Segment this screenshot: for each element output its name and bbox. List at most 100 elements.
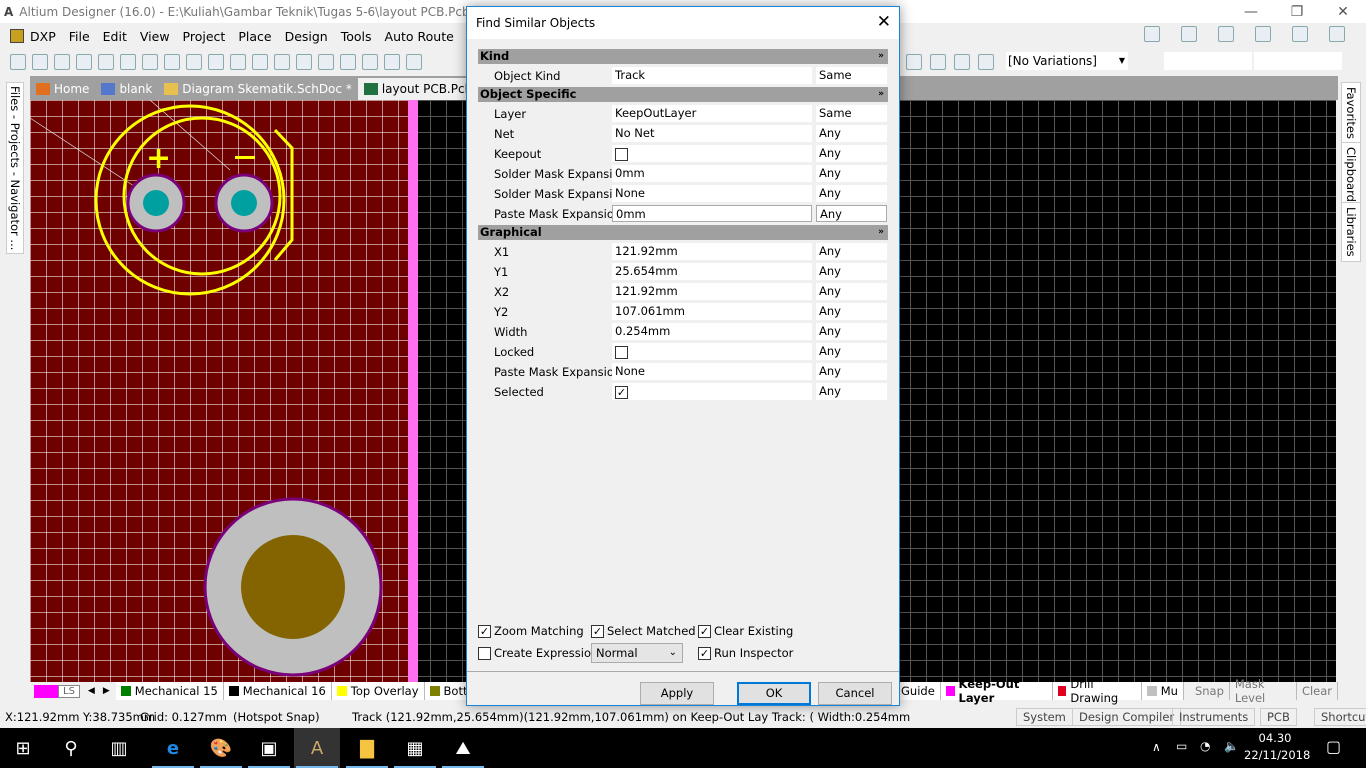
match-select[interactable]: Any <box>816 323 887 340</box>
cut-icon[interactable] <box>274 54 290 70</box>
panel-pcb-button[interactable]: PCB <box>1260 708 1297 726</box>
photos-icon[interactable]: ⛰ <box>440 728 486 768</box>
property-value[interactable]: Track <box>612 67 812 84</box>
menu-dxp[interactable]: DXP <box>30 29 56 44</box>
layer-tab-drill-drawing[interactable]: Drill Drawing <box>1052 677 1142 705</box>
property-value[interactable]: 107.061mm <box>612 303 812 320</box>
favorites-tab[interactable]: Favorites <box>1341 82 1361 144</box>
checkbox-icon[interactable]: ✓ <box>615 385 628 399</box>
edge-icon[interactable]: e <box>150 728 196 768</box>
measure-icon[interactable] <box>1255 26 1271 42</box>
scroll-left-icon[interactable]: ◀ <box>88 686 95 696</box>
select-rect-icon[interactable] <box>362 54 378 70</box>
mask-level-button[interactable]: Mask Level <box>1229 677 1297 705</box>
altium-icon[interactable]: A <box>294 728 340 768</box>
cross-select-icon[interactable] <box>406 54 422 70</box>
clear-button[interactable]: Clear <box>1296 682 1339 700</box>
match-select[interactable]: Any <box>816 205 887 222</box>
property-value[interactable]: 0.254mm <box>612 323 812 340</box>
tab-blank[interactable]: blank <box>95 78 158 100</box>
cancel-button[interactable]: Cancel <box>818 682 892 705</box>
match-select[interactable]: Any <box>816 343 887 360</box>
current-layer-swatch[interactable] <box>34 684 58 698</box>
snap-button[interactable]: Snap <box>1189 682 1230 700</box>
minimize-button[interactable]: — <box>1228 0 1274 23</box>
task-view-icon[interactable]: ▥ <box>96 728 142 768</box>
property-value[interactable]: 121.92mm <box>612 243 812 260</box>
menu-edit[interactable]: Edit <box>103 29 127 44</box>
zoom-matching-checkbox[interactable]: ✓ Zoom Matching <box>478 624 584 638</box>
mode-select[interactable]: Normal ⌄ <box>591 643 683 663</box>
match-select[interactable]: Any <box>816 125 887 142</box>
files-projects-navigator-tab[interactable]: Files - Projects - Navigator ... <box>6 82 24 255</box>
print-icon[interactable] <box>76 54 92 70</box>
layer-set-button[interactable]: LS <box>58 684 80 698</box>
checkbox-icon[interactable] <box>615 345 628 359</box>
match-select[interactable]: Any <box>816 185 887 202</box>
dialog-close-button[interactable]: ✕ <box>877 12 891 32</box>
filter-select[interactable] <box>1254 52 1342 70</box>
file-explorer-icon[interactable]: ▇ <box>344 728 390 768</box>
collapse-chevron-icon[interactable]: » <box>878 87 884 102</box>
print-preview-icon[interactable] <box>98 54 114 70</box>
collapse-chevron-icon[interactable]: » <box>878 225 884 240</box>
property-value[interactable]: 25.654mm <box>612 263 812 280</box>
paste-special-icon[interactable] <box>340 54 356 70</box>
match-select[interactable]: Any <box>816 283 887 300</box>
section-kind[interactable]: Kind » <box>478 49 888 64</box>
paste-icon[interactable] <box>318 54 334 70</box>
property-value[interactable]: ✓ <box>612 383 812 400</box>
section-object-specific[interactable]: Object Specific » <box>478 87 888 102</box>
run-inspector-checkbox[interactable]: ✓ Run Inspector <box>698 646 793 660</box>
tab-home[interactable]: Home <box>30 78 95 100</box>
panel-shortcuts-button[interactable]: Shortcuts <box>1314 708 1366 726</box>
tray-chevron-icon[interactable]: ∧ <box>1152 740 1161 754</box>
folder-icon[interactable] <box>164 54 180 70</box>
create-expression-checkbox[interactable]: Create Expression <box>478 646 598 660</box>
component-icon[interactable] <box>978 54 994 70</box>
fill-icon[interactable] <box>906 54 922 70</box>
ok-button[interactable]: OK <box>737 682 811 705</box>
panel-design-compiler-button[interactable]: Design Compiler <box>1072 708 1182 726</box>
menu-tools[interactable]: Tools <box>341 29 372 44</box>
menu-auto-route[interactable]: Auto Route <box>385 29 454 44</box>
3d-view-icon[interactable] <box>120 54 136 70</box>
match-select[interactable]: Same <box>816 67 887 84</box>
layer-tab-mechanical-15[interactable]: Mechanical 15 <box>115 682 224 700</box>
menu-project[interactable]: Project <box>183 29 226 44</box>
layer-tab-mechanical-16[interactable]: Mechanical 16 <box>223 682 332 700</box>
match-select[interactable]: Any <box>816 263 887 280</box>
layer-tab-top-overlay[interactable]: Top Overlay <box>331 682 425 700</box>
clock-time[interactable]: 04.30 <box>1250 731 1300 745</box>
property-value[interactable]: None <box>612 363 812 380</box>
layer-tab-mu[interactable]: Mu <box>1141 682 1184 700</box>
paint-icon[interactable]: 🎨 <box>198 728 244 768</box>
calculator-icon[interactable]: ▦ <box>392 728 438 768</box>
clock-date[interactable]: 22/11/2018 <box>1244 748 1310 762</box>
zoom-select-icon[interactable] <box>230 54 246 70</box>
battery-icon[interactable]: ▭ <box>1176 739 1187 753</box>
property-value[interactable]: No Net <box>612 125 812 142</box>
monitor-icon[interactable]: ▣ <box>246 728 292 768</box>
grid-icon[interactable] <box>1329 26 1345 42</box>
layers-stack-icon[interactable] <box>1292 26 1308 42</box>
property-value[interactable]: KeepOutLayer <box>612 105 812 122</box>
align-icon[interactable] <box>1181 26 1197 42</box>
maximize-button[interactable]: ❐ <box>1274 0 1320 23</box>
layer-tab-keep-out-layer[interactable]: Keep-Out Layer <box>940 677 1053 705</box>
menu-design[interactable]: Design <box>285 29 328 44</box>
property-value[interactable] <box>612 145 812 162</box>
collapse-chevron-icon[interactable]: » <box>878 49 884 64</box>
volume-icon[interactable]: 🔈 <box>1224 739 1239 753</box>
layer-set-select[interactable] <box>1164 52 1252 70</box>
apply-button[interactable]: Apply <box>640 682 714 705</box>
menu-place[interactable]: Place <box>238 29 271 44</box>
copy-icon[interactable] <box>296 54 312 70</box>
board-icon[interactable] <box>142 54 158 70</box>
close-button[interactable]: ✕ <box>1320 0 1366 23</box>
libraries-tab[interactable]: Libraries <box>1341 202 1361 262</box>
checkbox-icon[interactable] <box>615 147 628 161</box>
select-matched-checkbox[interactable]: ✓ Select Matched <box>591 624 696 638</box>
property-value[interactable] <box>612 343 812 360</box>
move-icon[interactable] <box>384 54 400 70</box>
